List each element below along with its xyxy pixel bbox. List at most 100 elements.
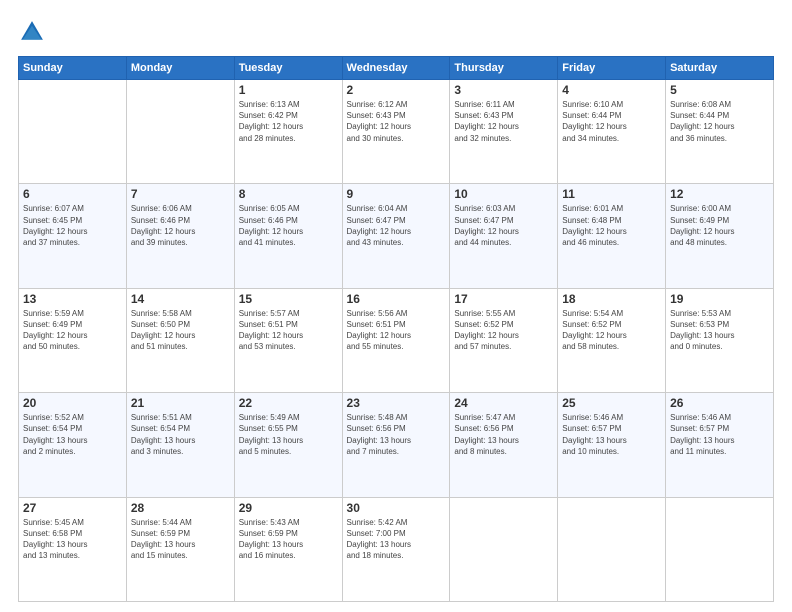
calendar-table: SundayMondayTuesdayWednesdayThursdayFrid… xyxy=(18,56,774,602)
calendar-cell: 14 Sunrise: 5:58 AM Sunset: 6:50 PM Dayli… xyxy=(126,288,234,392)
day-info: Sunrise: 6:00 AM Sunset: 6:49 PM Dayligh… xyxy=(670,203,769,248)
day-info: Sunrise: 5:44 AM Sunset: 6:59 PM Dayligh… xyxy=(131,517,230,562)
calendar-header-row: SundayMondayTuesdayWednesdayThursdayFrid… xyxy=(19,57,774,80)
day-info: Sunrise: 5:47 AM Sunset: 6:56 PM Dayligh… xyxy=(454,412,553,457)
day-info: Sunrise: 5:46 AM Sunset: 6:57 PM Dayligh… xyxy=(670,412,769,457)
calendar-cell xyxy=(450,497,558,601)
calendar-cell: 19 Sunrise: 5:53 AM Sunset: 6:53 PM Dayli… xyxy=(666,288,774,392)
calendar-cell: 20 Sunrise: 5:52 AM Sunset: 6:54 PM Dayli… xyxy=(19,393,127,497)
calendar-cell: 11 Sunrise: 6:01 AM Sunset: 6:48 PM Dayli… xyxy=(558,184,666,288)
day-number: 16 xyxy=(347,292,446,306)
calendar-cell xyxy=(558,497,666,601)
calendar-cell: 21 Sunrise: 5:51 AM Sunset: 6:54 PM Dayli… xyxy=(126,393,234,497)
day-info: Sunrise: 6:05 AM Sunset: 6:46 PM Dayligh… xyxy=(239,203,338,248)
day-number: 19 xyxy=(670,292,769,306)
logo xyxy=(18,18,50,46)
calendar-week-row: 1 Sunrise: 6:13 AM Sunset: 6:42 PM Daylig… xyxy=(19,80,774,184)
day-info: Sunrise: 6:01 AM Sunset: 6:48 PM Dayligh… xyxy=(562,203,661,248)
day-info: Sunrise: 5:42 AM Sunset: 7:00 PM Dayligh… xyxy=(347,517,446,562)
day-info: Sunrise: 6:04 AM Sunset: 6:47 PM Dayligh… xyxy=(347,203,446,248)
day-info: Sunrise: 5:59 AM Sunset: 6:49 PM Dayligh… xyxy=(23,308,122,353)
day-number: 14 xyxy=(131,292,230,306)
day-number: 30 xyxy=(347,501,446,515)
calendar-cell: 13 Sunrise: 5:59 AM Sunset: 6:49 PM Dayli… xyxy=(19,288,127,392)
calendar-cell xyxy=(126,80,234,184)
calendar-cell: 4 Sunrise: 6:10 AM Sunset: 6:44 PM Daylig… xyxy=(558,80,666,184)
day-number: 29 xyxy=(239,501,338,515)
day-info: Sunrise: 6:03 AM Sunset: 6:47 PM Dayligh… xyxy=(454,203,553,248)
calendar-cell: 26Sunrise: 5:46 AM Sunset: 6:57 PM Dayli… xyxy=(666,393,774,497)
day-number: 21 xyxy=(131,396,230,410)
page-header xyxy=(18,18,774,46)
day-number: 20 xyxy=(23,396,122,410)
day-info: Sunrise: 6:07 AM Sunset: 6:45 PM Dayligh… xyxy=(23,203,122,248)
calendar-cell: 12 Sunrise: 6:00 AM Sunset: 6:49 PM Dayli… xyxy=(666,184,774,288)
day-info: Sunrise: 5:56 AM Sunset: 6:51 PM Dayligh… xyxy=(347,308,446,353)
day-number: 4 xyxy=(562,83,661,97)
day-number: 10 xyxy=(454,187,553,201)
day-info: Sunrise: 6:10 AM Sunset: 6:44 PM Dayligh… xyxy=(562,99,661,144)
day-number: 18 xyxy=(562,292,661,306)
day-header-wednesday: Wednesday xyxy=(342,57,450,80)
calendar-cell: 3Sunrise: 6:11 AM Sunset: 6:43 PM Daylig… xyxy=(450,80,558,184)
day-header-thursday: Thursday xyxy=(450,57,558,80)
day-number: 6 xyxy=(23,187,122,201)
day-number: 5 xyxy=(670,83,769,97)
day-info: Sunrise: 5:58 AM Sunset: 6:50 PM Dayligh… xyxy=(131,308,230,353)
calendar-cell xyxy=(666,497,774,601)
day-info: Sunrise: 5:57 AM Sunset: 6:51 PM Dayligh… xyxy=(239,308,338,353)
calendar-cell: 17 Sunrise: 5:55 AM Sunset: 6:52 PM Dayli… xyxy=(450,288,558,392)
day-header-saturday: Saturday xyxy=(666,57,774,80)
calendar-cell: 7Sunrise: 6:06 AM Sunset: 6:46 PM Daylig… xyxy=(126,184,234,288)
calendar-cell: 1 Sunrise: 6:13 AM Sunset: 6:42 PM Daylig… xyxy=(234,80,342,184)
calendar-week-row: 6 Sunrise: 6:07 AM Sunset: 6:45 PM Daylig… xyxy=(19,184,774,288)
day-number: 12 xyxy=(670,187,769,201)
day-info: Sunrise: 5:51 AM Sunset: 6:54 PM Dayligh… xyxy=(131,412,230,457)
day-header-monday: Monday xyxy=(126,57,234,80)
calendar-week-row: 27Sunrise: 5:45 AM Sunset: 6:58 PM Dayli… xyxy=(19,497,774,601)
calendar-cell: 10 Sunrise: 6:03 AM Sunset: 6:47 PM Dayli… xyxy=(450,184,558,288)
calendar-cell: 16 Sunrise: 5:56 AM Sunset: 6:51 PM Dayli… xyxy=(342,288,450,392)
day-number: 1 xyxy=(239,83,338,97)
day-header-friday: Friday xyxy=(558,57,666,80)
calendar-cell: 29 Sunrise: 5:43 AM Sunset: 6:59 PM Dayli… xyxy=(234,497,342,601)
day-info: Sunrise: 5:54 AM Sunset: 6:52 PM Dayligh… xyxy=(562,308,661,353)
day-number: 8 xyxy=(239,187,338,201)
logo-icon xyxy=(18,18,46,46)
calendar-cell: 2Sunrise: 6:12 AM Sunset: 6:43 PM Daylig… xyxy=(342,80,450,184)
day-number: 7 xyxy=(131,187,230,201)
day-info: Sunrise: 6:13 AM Sunset: 6:42 PM Dayligh… xyxy=(239,99,338,144)
calendar-cell: 22Sunrise: 5:49 AM Sunset: 6:55 PM Dayli… xyxy=(234,393,342,497)
day-info: Sunrise: 6:11 AM Sunset: 6:43 PM Dayligh… xyxy=(454,99,553,144)
day-header-sunday: Sunday xyxy=(19,57,127,80)
day-info: Sunrise: 6:12 AM Sunset: 6:43 PM Dayligh… xyxy=(347,99,446,144)
calendar-cell: 28 Sunrise: 5:44 AM Sunset: 6:59 PM Dayli… xyxy=(126,497,234,601)
day-info: Sunrise: 5:53 AM Sunset: 6:53 PM Dayligh… xyxy=(670,308,769,353)
day-header-tuesday: Tuesday xyxy=(234,57,342,80)
calendar-week-row: 13 Sunrise: 5:59 AM Sunset: 6:49 PM Dayli… xyxy=(19,288,774,392)
day-number: 22 xyxy=(239,396,338,410)
day-number: 23 xyxy=(347,396,446,410)
day-number: 13 xyxy=(23,292,122,306)
calendar-cell: 18 Sunrise: 5:54 AM Sunset: 6:52 PM Dayli… xyxy=(558,288,666,392)
calendar-cell xyxy=(19,80,127,184)
day-number: 15 xyxy=(239,292,338,306)
calendar-cell: 27Sunrise: 5:45 AM Sunset: 6:58 PM Dayli… xyxy=(19,497,127,601)
calendar-cell: 24Sunrise: 5:47 AM Sunset: 6:56 PM Dayli… xyxy=(450,393,558,497)
day-number: 17 xyxy=(454,292,553,306)
day-info: Sunrise: 5:43 AM Sunset: 6:59 PM Dayligh… xyxy=(239,517,338,562)
day-number: 28 xyxy=(131,501,230,515)
calendar-cell: 8 Sunrise: 6:05 AM Sunset: 6:46 PM Daylig… xyxy=(234,184,342,288)
calendar-cell: 6 Sunrise: 6:07 AM Sunset: 6:45 PM Daylig… xyxy=(19,184,127,288)
calendar-cell: 9Sunrise: 6:04 AM Sunset: 6:47 PM Daylig… xyxy=(342,184,450,288)
calendar-cell: 5 Sunrise: 6:08 AM Sunset: 6:44 PM Daylig… xyxy=(666,80,774,184)
calendar-cell: 25Sunrise: 5:46 AM Sunset: 6:57 PM Dayli… xyxy=(558,393,666,497)
day-info: Sunrise: 6:08 AM Sunset: 6:44 PM Dayligh… xyxy=(670,99,769,144)
calendar-cell: 23 Sunrise: 5:48 AM Sunset: 6:56 PM Dayli… xyxy=(342,393,450,497)
day-info: Sunrise: 5:55 AM Sunset: 6:52 PM Dayligh… xyxy=(454,308,553,353)
day-info: Sunrise: 5:52 AM Sunset: 6:54 PM Dayligh… xyxy=(23,412,122,457)
day-number: 11 xyxy=(562,187,661,201)
day-info: Sunrise: 5:48 AM Sunset: 6:56 PM Dayligh… xyxy=(347,412,446,457)
day-info: Sunrise: 5:45 AM Sunset: 6:58 PM Dayligh… xyxy=(23,517,122,562)
calendar-cell: 30 Sunrise: 5:42 AM Sunset: 7:00 PM Dayli… xyxy=(342,497,450,601)
